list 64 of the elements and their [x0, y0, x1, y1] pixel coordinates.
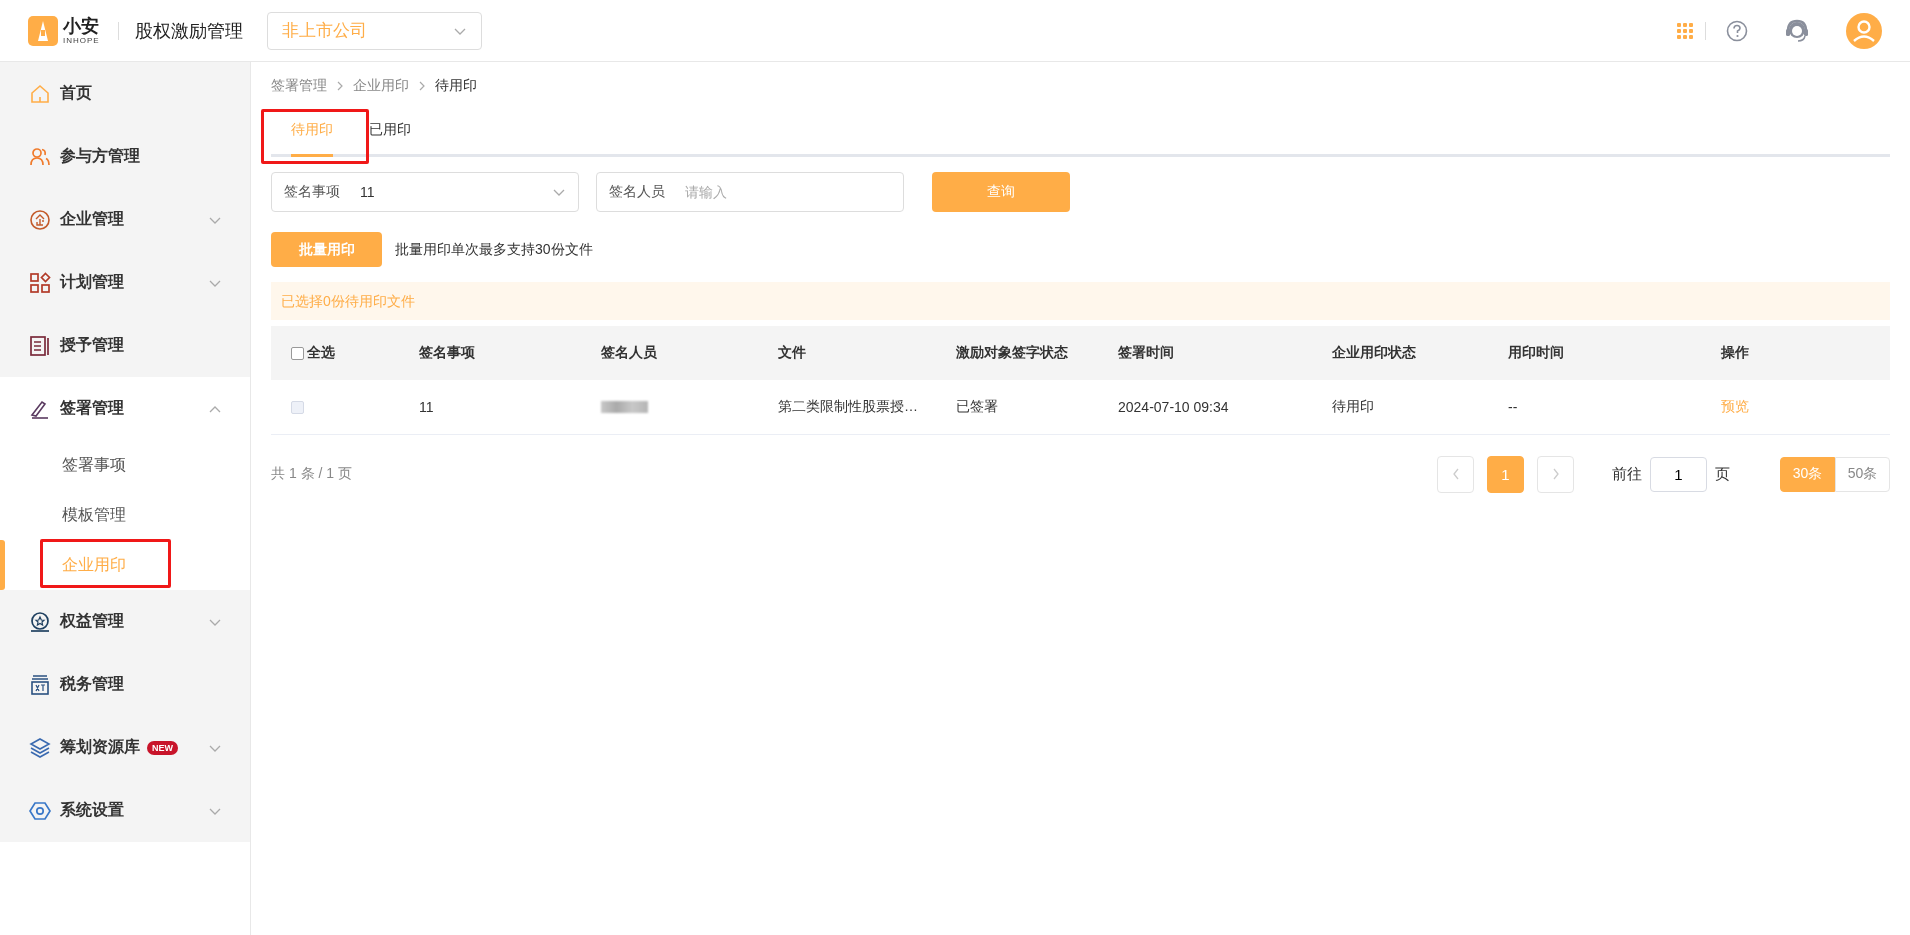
sidebar-item[interactable]: 权益管理: [0, 590, 250, 653]
page-input[interactable]: 1: [1650, 456, 1707, 492]
tab[interactable]: 已用印: [369, 106, 411, 154]
table-cell: 第二类限制性股票授…: [778, 398, 918, 416]
logo-icon: [28, 15, 58, 46]
column-header: 激励对象签字状态: [956, 344, 1068, 362]
sidebar-subitem[interactable]: 签署事项: [62, 454, 126, 476]
field-label: 签名人员: [609, 183, 665, 201]
sidebar-item[interactable]: 参与方管理: [0, 125, 250, 188]
sidebar-item[interactable]: 授予管理: [0, 314, 250, 377]
avatar-icon: [1846, 12, 1882, 49]
column-header: 企业用印状态: [1332, 344, 1416, 362]
chevron-right-icon: [335, 80, 345, 92]
sidebar-item[interactable]: 系统设置: [0, 779, 250, 842]
column-header: 签名人员: [601, 344, 657, 362]
people-icon: [29, 145, 51, 168]
selection-bar: [0, 540, 5, 590]
filter-field[interactable]: 签名人员 请输入: [596, 172, 904, 212]
app-title: 股权激励管理: [134, 19, 243, 43]
table-cell: 2024-07-10 09:34: [1118, 399, 1229, 415]
help-icon: [1726, 19, 1748, 42]
column-header: 全选: [307, 344, 335, 362]
new-badge: NEW: [147, 740, 178, 755]
column-header: 用印时间: [1508, 344, 1564, 362]
column-header: 操作: [1721, 344, 1749, 362]
table-cell: 已签署: [956, 398, 998, 416]
batch-note: 批量用印单次最多支持30份文件: [395, 240, 593, 259]
page-suffix: 页: [1715, 464, 1730, 484]
chevron-right-icon: [417, 80, 427, 92]
grid-icon: [1677, 22, 1693, 39]
column-header: 文件: [778, 344, 806, 362]
table-cell: --: [1508, 399, 1518, 415]
layers-icon: [29, 736, 51, 759]
checkbox[interactable]: [291, 346, 304, 360]
enterprise-icon: [29, 208, 51, 231]
column-header: 签名事项: [419, 344, 475, 362]
table-cell: 11: [419, 399, 434, 415]
sidebar-item[interactable]: 企业管理: [0, 188, 250, 251]
home-icon: [29, 82, 51, 105]
sidebar-item[interactable]: 税务管理: [0, 653, 250, 716]
page-size-button[interactable]: 50条: [1835, 456, 1890, 492]
sidebar-item[interactable]: 首页: [0, 62, 250, 125]
total-count: 共 1 条 / 1 页: [271, 465, 352, 483]
sidebar-subitem[interactable]: 模板管理: [62, 504, 126, 526]
redacted-name: [601, 401, 648, 413]
selection-info-bar: 已选择0份待用印文件: [271, 282, 1890, 320]
breadcrumb-link[interactable]: 企业用印: [353, 77, 409, 95]
blocks-icon: [29, 271, 51, 294]
document-icon: [29, 334, 51, 357]
select-field[interactable]: 签名事项 11: [271, 172, 579, 212]
hexagon-icon: [29, 799, 51, 822]
goto-label: 前往: [1612, 464, 1642, 484]
input-field[interactable]: 请输入: [685, 184, 891, 200]
logo-name: 小安: [63, 16, 100, 36]
logo-subtitle: INHOPE: [63, 36, 100, 45]
sidebar-item[interactable]: 签署管理: [0, 377, 250, 440]
tax-icon: [29, 673, 51, 696]
sidebar-item[interactable]: 筹划资源库 NEW: [0, 716, 250, 779]
column-header: 签署时间: [1118, 344, 1174, 362]
sidebar-item[interactable]: 计划管理: [0, 251, 250, 314]
breadcrumb-current: 待用印: [435, 77, 477, 95]
table-cell: 待用印: [1332, 398, 1374, 416]
headset-icon: [1784, 17, 1810, 44]
breadcrumb-link[interactable]: 签署管理: [271, 77, 327, 95]
